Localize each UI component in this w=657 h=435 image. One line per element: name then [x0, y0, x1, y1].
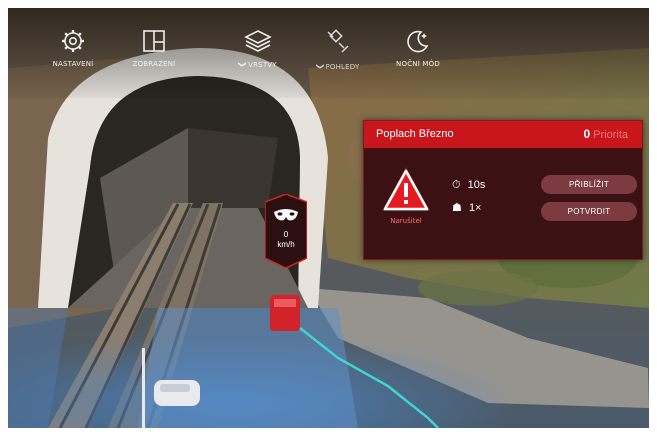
duration-value: 10s: [467, 179, 486, 191]
count-value: 1×: [468, 202, 482, 214]
priority-label: Priorita: [593, 129, 628, 141]
zoom-in-button[interactable]: PŘIBLÍŽIT: [541, 175, 637, 194]
satellite-view-icon: [327, 29, 349, 53]
warning-triangle-icon: [382, 167, 430, 211]
speed-marker[interactable]: 0 km/h: [264, 193, 308, 269]
night-mode-label: NOČNÍ MÓD: [396, 60, 440, 68]
map-viewport[interactable]: NASTAVENÍ ZOBRAZENÍ ❯VRSTVY ❯POHLEDY NOČ…: [8, 8, 649, 428]
speed-unit: km/h: [277, 240, 295, 249]
chevron-down-icon: ❯: [315, 63, 325, 70]
alarm-type-label: Narušitel: [390, 217, 422, 225]
confirm-button[interactable]: POTVRDIT: [541, 202, 637, 221]
ghost-icon: ☗: [452, 202, 462, 214]
night-mode-button[interactable]: NOČNÍ MÓD: [378, 28, 458, 68]
views-label: POHLEDY: [325, 63, 360, 71]
display-label: ZOBRAZENÍ: [132, 60, 176, 68]
alarm-title: Poplach Březno: [376, 128, 454, 140]
views-label-wrap: ❯POHLEDY: [298, 62, 378, 71]
gear-icon: [62, 30, 84, 52]
chevron-down-icon: ❯: [238, 61, 248, 68]
speed-value: 0: [283, 230, 289, 239]
timer-icon: ⏱: [452, 179, 461, 191]
layers-label: VRSTVY: [248, 61, 277, 69]
settings-button[interactable]: NASTAVENÍ: [33, 28, 113, 68]
alarm-duration: ⏱ 10s: [452, 179, 485, 192]
alarm-priority: 0 Priorita: [583, 127, 628, 141]
settings-label: NASTAVENÍ: [52, 60, 94, 68]
layers-icon: [244, 30, 272, 52]
alarm-count: ☗ 1×: [452, 201, 481, 214]
views-button[interactable]: ❯POHLEDY: [298, 28, 378, 71]
priority-value: 0: [583, 127, 591, 141]
display-button[interactable]: ZOBRAZENÍ: [114, 28, 194, 68]
alarm-panel: Poplach Březno 0 Priorita Narušitel ⏱ 10s…: [363, 120, 643, 260]
layers-label-wrap: ❯VRSTVY: [218, 60, 298, 69]
moon-icon: [407, 30, 429, 53]
alarm-header: Poplach Březno 0 Priorita: [364, 121, 642, 148]
layout-panels-icon: [143, 30, 165, 52]
marker-speed: 0 km/h: [265, 230, 307, 250]
layers-button[interactable]: ❯VRSTVY: [218, 28, 298, 69]
